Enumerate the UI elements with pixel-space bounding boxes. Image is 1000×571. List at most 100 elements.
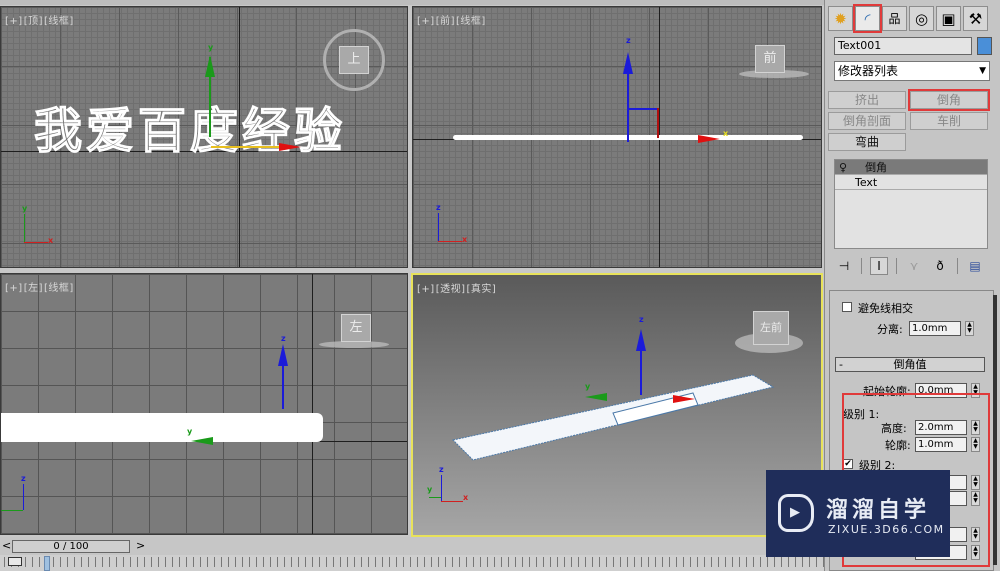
tab-hierarchy[interactable]: 品 — [882, 6, 907, 31]
panel-scrollbar[interactable] — [993, 295, 997, 565]
tab-motion[interactable]: ◎ — [909, 6, 934, 31]
bevel-button[interactable]: 倒角 — [908, 89, 990, 111]
shading-mode[interactable]: [线框] — [44, 16, 74, 27]
prev-frame-button[interactable]: < — [2, 539, 11, 552]
mini-axis: y x — [22, 204, 54, 245]
create-icon: ✹ — [834, 9, 847, 28]
bevel-profile-button[interactable]: 倒角剖面 — [828, 112, 906, 130]
viewport-left[interactable]: [+][左][线框] 左 z y z — [0, 273, 408, 535]
play-logo-icon — [778, 494, 814, 532]
top-strip — [0, 0, 824, 5]
viewcube[interactable]: 上 — [339, 46, 369, 74]
viewport-menu[interactable]: [+] — [5, 16, 23, 27]
tab-modify[interactable]: ◜ — [853, 4, 882, 33]
chevron-down-icon: ▼ — [979, 66, 986, 76]
time-slider-bar: < 0 / 100 > — [0, 537, 824, 555]
viewcube[interactable]: 左 — [341, 314, 371, 342]
collapse-icon: - — [839, 358, 843, 371]
bevel-values-header[interactable]: - 倒角值 — [835, 357, 985, 372]
gizmo-y-arrow — [205, 55, 215, 77]
world-axis-h — [311, 441, 407, 442]
viewcube-base — [319, 341, 389, 348]
lathe-button[interactable]: 车削 — [910, 112, 988, 130]
modifier-stack: ♀ 倒角 Text — [834, 159, 988, 249]
viewport-perspective[interactable]: [+][透视][真实] 左前 z y z x y — [411, 273, 823, 537]
gizmo-y-label: y — [187, 427, 193, 436]
gizmo-z-label: z — [281, 334, 286, 343]
gizmo-x-arrow — [698, 135, 720, 143]
gizmo-plane-side — [657, 108, 659, 138]
hammer-icon: ⚒ — [968, 9, 983, 28]
divider — [896, 258, 897, 274]
view-type[interactable]: [顶] — [24, 16, 43, 27]
viewport-label[interactable]: [+][前][线框] — [417, 12, 487, 27]
panel-tabs: ✹ ◜ 品 ◎ ▣ ⚒ — [828, 4, 988, 33]
mini-axis: z — [1, 474, 41, 513]
object-color-swatch[interactable] — [977, 37, 992, 55]
show-end-result-icon[interactable]: Ⅰ — [870, 257, 888, 275]
tab-display[interactable]: ▣ — [936, 6, 961, 31]
shading-mode[interactable]: [线框] — [456, 16, 486, 27]
hierarchy-icon: 品 — [888, 12, 901, 26]
gizmo-x-arrow — [673, 395, 695, 403]
track-bar[interactable] — [0, 555, 824, 571]
viewport-label[interactable]: [+][左][线框] — [5, 279, 75, 294]
time-slider[interactable]: 0 / 100 — [12, 540, 130, 553]
display-icon: ▣ — [941, 9, 956, 28]
avoid-intersect-label: 避免线相交 — [858, 302, 913, 315]
beveled-text-mesh[interactable] — [413, 275, 823, 537]
gizmo-z-arrow — [636, 329, 646, 351]
motion-icon: ◎ — [914, 9, 929, 28]
view-type[interactable]: [前] — [436, 16, 455, 27]
stack-item-bevel[interactable]: ♀ 倒角 — [835, 160, 987, 175]
gizmo-y-arrow — [191, 437, 213, 445]
gizmo-z-label: z — [626, 36, 631, 45]
modifier-list-dropdown[interactable]: 修改器列表 ▼ — [834, 61, 990, 81]
tab-utilities[interactable]: ⚒ — [963, 6, 988, 31]
gizmo-y-label: y — [208, 43, 214, 52]
stack-toolbar: ⊣ Ⅰ ⋎ ð ▤ — [835, 256, 990, 276]
separation-input[interactable]: 1.0mm — [909, 321, 961, 336]
viewport-label[interactable]: [+][顶][线框] — [5, 12, 75, 27]
gizmo-z-arrow — [623, 52, 633, 74]
view-type[interactable]: [左] — [24, 283, 43, 294]
make-unique-icon[interactable]: ⋎ — [905, 257, 923, 275]
stack-item-text[interactable]: Text — [835, 175, 987, 190]
avoid-intersect-checkbox[interactable] — [842, 302, 852, 312]
separation-label: 分离: — [877, 323, 903, 336]
pin-stack-icon[interactable]: ⊣ — [835, 257, 853, 275]
gizmo-z-label: z — [639, 315, 644, 324]
viewcube[interactable]: 前 — [755, 45, 785, 73]
divider — [957, 258, 958, 274]
tab-create[interactable]: ✹ — [828, 6, 853, 31]
remove-modifier-icon[interactable]: ð — [931, 257, 949, 275]
next-frame-button[interactable]: > — [136, 539, 145, 552]
watermark-url: ZIXUE.3D66.COM — [828, 523, 945, 536]
viewport-top[interactable]: [+][顶][线框] 上 我爱百度经验 y y x — [0, 6, 408, 268]
extrude-button[interactable]: 挤出 — [828, 91, 906, 109]
gizmo-x-axis — [211, 146, 281, 148]
watermark-title: 溜溜自学 — [826, 498, 931, 523]
modify-icon: ◜ — [864, 9, 871, 28]
modifier-list-label: 修改器列表 — [838, 64, 899, 78]
viewport-front[interactable]: [+][前][线框] 前 z x z x — [412, 6, 822, 268]
gizmo-x-arrow — [279, 143, 301, 151]
viewport-menu[interactable]: [+] — [417, 16, 435, 27]
bend-button[interactable]: 弯曲 — [828, 133, 906, 151]
key-filter-icon[interactable] — [8, 557, 22, 566]
mini-axis: z x — [436, 203, 468, 244]
gizmo-z-arrow — [278, 344, 288, 366]
gizmo-x-label: x — [723, 129, 729, 138]
gizmo-plane — [627, 108, 657, 110]
extruded-text-side[interactable] — [1, 413, 323, 442]
mini-axis: z x y — [427, 465, 469, 502]
configure-sets-icon[interactable]: ▤ — [966, 257, 984, 275]
object-name-field[interactable]: Text001 — [834, 37, 972, 55]
separation-spinner[interactable]: ▲ ▼ — [965, 321, 974, 336]
time-cursor[interactable] — [44, 556, 50, 571]
viewport-menu[interactable]: [+] — [5, 283, 23, 294]
world-axis-v — [312, 274, 313, 534]
shading-mode[interactable]: [线框] — [44, 283, 74, 294]
gizmo-y-label: y — [585, 382, 591, 391]
lightbulb-icon[interactable]: ♀ — [839, 161, 847, 174]
